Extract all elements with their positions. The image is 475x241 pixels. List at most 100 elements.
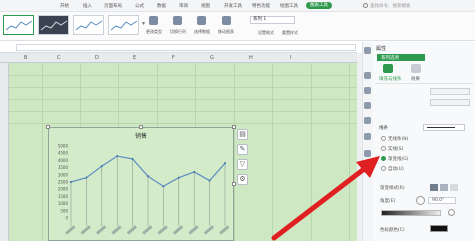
- column-e[interactable]: E: [133, 55, 136, 61]
- menu-tab-start[interactable]: 开始: [60, 3, 69, 9]
- column-g[interactable]: G: [210, 55, 214, 61]
- format-selection-button[interactable]: 设置格式: [258, 30, 274, 36]
- move-chart-icon[interactable]: [222, 16, 231, 25]
- column-h[interactable]: H: [249, 55, 253, 61]
- data-point[interactable]: [100, 165, 103, 168]
- angle-dial[interactable]: [416, 196, 425, 205]
- search-icon[interactable]: [363, 3, 368, 8]
- menu-tab-view[interactable]: 视图: [201, 3, 210, 9]
- y-tick-label: 4000: [58, 158, 69, 163]
- select-data-icon[interactable]: [197, 16, 206, 25]
- column-f[interactable]: F: [172, 55, 175, 61]
- row-header: [0, 63, 9, 241]
- divider: [375, 83, 473, 84]
- x-tick-label: [126, 225, 138, 235]
- gradient-style-swatch[interactable]: [450, 184, 458, 191]
- data-point[interactable]: [162, 185, 165, 188]
- menu-tab-formula[interactable]: 公式: [135, 3, 144, 9]
- menu-tab-layout[interactable]: 页面布局: [104, 3, 122, 9]
- format-icon[interactable]: [364, 102, 371, 109]
- add-stop-icon[interactable]: [448, 209, 455, 216]
- data-point[interactable]: [208, 179, 211, 182]
- formula-input[interactable]: [16, 44, 356, 51]
- column-b[interactable]: B: [24, 55, 27, 61]
- x-tick-label: [188, 225, 199, 235]
- grid-line: [42, 63, 43, 241]
- paint-icon[interactable]: [364, 117, 371, 124]
- data-point[interactable]: [116, 154, 119, 158]
- menu-tab-insert[interactable]: 插入: [83, 3, 92, 9]
- radio-solid-line-label[interactable]: 实线(S): [388, 146, 403, 152]
- chart-style-thumb-4[interactable]: [108, 15, 139, 35]
- tab-fill-line[interactable]: 填充与线条: [379, 76, 402, 82]
- radio-no-line-label[interactable]: 无线条(N): [388, 136, 408, 142]
- x-tick-label: [172, 225, 184, 235]
- column-d[interactable]: D: [95, 55, 99, 61]
- resize-handle[interactable]: [232, 125, 236, 129]
- data-point[interactable]: [85, 176, 88, 179]
- change-type-icon[interactable]: [149, 16, 158, 25]
- chart-plot[interactable]: 5000450040003500300025002000150010005000: [49, 128, 235, 241]
- resize-handle[interactable]: [139, 125, 143, 129]
- x-tick-label: [157, 225, 168, 235]
- y-tick-label: 1500: [58, 194, 69, 199]
- gradient-style-swatch[interactable]: [440, 184, 448, 191]
- properties-icon[interactable]: [364, 72, 371, 79]
- resize-handle[interactable]: [232, 182, 236, 186]
- chart-style-thumb-3[interactable]: [73, 15, 104, 35]
- stop-color-swatch[interactable]: [430, 225, 448, 232]
- radio-auto-label[interactable]: 自动(U): [388, 166, 404, 172]
- resize-handle[interactable]: [46, 125, 50, 129]
- menu-tab-drawing[interactable]: 绘图工具: [280, 3, 298, 9]
- reset-style-button[interactable]: 重置样式: [282, 30, 298, 36]
- data-point[interactable]: [223, 162, 227, 165]
- effects-icon[interactable]: [411, 64, 421, 73]
- data-point[interactable]: [69, 180, 73, 184]
- menu-tab-developer[interactable]: 开发工具: [224, 3, 242, 9]
- data-point[interactable]: [146, 175, 150, 178]
- column-c[interactable]: C: [57, 55, 61, 61]
- chevron-down-icon[interactable]: ▾: [142, 20, 145, 27]
- gradient-style-swatch[interactable]: [430, 184, 438, 191]
- menu-tab-review[interactable]: 审阅: [179, 3, 188, 9]
- layers-icon[interactable]: ▤: [237, 129, 248, 140]
- menu-tab-chart-tools[interactable]: 图表工具: [306, 2, 332, 9]
- y-tick-label: 3500: [58, 165, 69, 170]
- gradient-bar[interactable]: [381, 210, 441, 216]
- series-options-dropdown[interactable]: 系列选项: [377, 54, 425, 61]
- data-point[interactable]: [177, 176, 180, 179]
- change-type-label[interactable]: 更改类型: [146, 29, 162, 35]
- line-section-header[interactable]: 线条: [379, 125, 388, 131]
- chart-style-thumb-1[interactable]: [3, 15, 34, 35]
- menu-tab-features[interactable]: 特色功能: [252, 3, 270, 9]
- gear-icon[interactable]: ⚙: [237, 174, 248, 185]
- move-chart-label[interactable]: 移动图表: [218, 29, 234, 35]
- line-chart[interactable]: 销售 5000 4500 4000 3500 3000 2500 2000 1500 1000 5…: [48, 127, 234, 241]
- column-i[interactable]: I: [290, 55, 291, 61]
- brush-icon[interactable]: ✎: [237, 144, 248, 155]
- style-icon[interactable]: [364, 133, 371, 140]
- data-point[interactable]: [193, 170, 196, 174]
- y-tick-label: 5000: [58, 144, 69, 149]
- fill-line-icon[interactable]: [383, 64, 393, 73]
- tab-effects[interactable]: 效果: [411, 76, 420, 82]
- disabled-slider: [430, 99, 470, 106]
- series-select[interactable]: 系列 1: [250, 16, 295, 24]
- y-tick-label: 2500: [58, 180, 69, 185]
- radio-gradient-line-label[interactable]: 渐变线(G): [388, 156, 409, 162]
- close-icon[interactable]: [364, 47, 371, 54]
- y-tick-label: 4500: [58, 151, 69, 156]
- select-data-label[interactable]: 选择数据: [194, 29, 210, 35]
- ribbon-toolbar: [0, 12, 475, 41]
- angle-input[interactable]: 90.0°: [428, 197, 456, 204]
- command-search[interactable]: 查找命令、搜索模板: [370, 3, 411, 9]
- switch-row-col-label[interactable]: 切换行列: [170, 29, 186, 35]
- line-style-select[interactable]: [423, 124, 465, 131]
- menu-tab-data[interactable]: 数据: [157, 3, 166, 9]
- chart-style-thumb-2[interactable]: [38, 15, 69, 35]
- switch-row-col-icon[interactable]: [173, 16, 182, 25]
- filter-icon[interactable]: ▽: [237, 159, 248, 170]
- radio-no-line[interactable]: [381, 136, 386, 141]
- select-icon[interactable]: [364, 87, 371, 94]
- data-point[interactable]: [131, 157, 134, 161]
